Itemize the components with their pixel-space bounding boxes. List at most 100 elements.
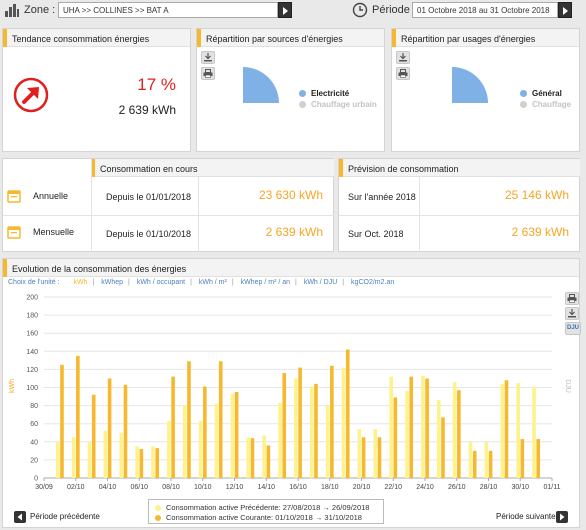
zone-go-button[interactable] — [278, 2, 292, 18]
legend-general[interactable]: Général — [520, 89, 562, 98]
y-tick-label: 0 — [34, 476, 38, 483]
bar-current — [234, 392, 239, 478]
previous-period-arrow-icon[interactable] — [14, 511, 26, 523]
x-tick-label: 26/10 — [448, 484, 466, 491]
bar-previous — [182, 405, 187, 478]
next-period-arrow-icon[interactable] — [556, 511, 568, 523]
row-label-mensuelle: Mensuelle — [33, 227, 75, 237]
unit-kwh-dju[interactable]: kWh / DJU — [304, 279, 337, 286]
y-tick-label: 160 — [26, 331, 38, 338]
unit-prefix: Choix de l'unité : — [8, 279, 60, 286]
legend-chauffage[interactable]: Chauffage — [520, 100, 571, 109]
bar-previous — [198, 420, 203, 478]
value-mensuelle: 2 639 kWh — [265, 225, 323, 239]
bar-current — [361, 437, 366, 478]
legend-previous[interactable]: Consommation active Précédente: 27/08/20… — [155, 503, 369, 512]
bar-current — [457, 390, 461, 478]
zone-input[interactable]: UHA >> COLLINES >> BAT A — [58, 2, 278, 18]
unit-kwhep[interactable]: kWhep — [101, 279, 123, 286]
trend-up-arrow-icon — [13, 77, 49, 113]
bar-current — [409, 376, 414, 478]
bar-current — [425, 378, 429, 478]
bar-previous — [484, 441, 489, 478]
bar-previous — [325, 405, 330, 478]
y-tick-label: 140 — [26, 349, 38, 356]
bar-current — [488, 450, 493, 478]
download-icon — [204, 53, 212, 62]
bar-current — [314, 383, 318, 478]
bar-previous — [421, 375, 425, 478]
x-tick-label: 12/10 — [226, 484, 244, 491]
usages-download-button[interactable] — [396, 51, 410, 64]
bar-previous — [452, 382, 457, 478]
unit-kwh-m2[interactable]: kWh / m² — [199, 279, 227, 286]
legend-previous-label: Consommation active Précédente: 27/08/20… — [166, 503, 370, 512]
bar-current — [520, 439, 525, 478]
legend-label: Chauffage urbain — [311, 100, 377, 109]
bar-current — [123, 384, 128, 478]
chart-bars — [55, 349, 541, 478]
legend-current[interactable]: Consommation active Courante: 01/10/2018… — [155, 513, 362, 522]
sources-pie-chart — [243, 67, 279, 103]
bar-previous — [468, 441, 473, 478]
bar-current — [472, 450, 477, 478]
usages-pie-chart — [452, 67, 488, 103]
bar-current — [155, 448, 160, 478]
unit-kwhep-m2-an[interactable]: kWhep / m² / an — [241, 279, 290, 286]
trend-value: 2 639 kWh — [118, 103, 176, 117]
calendar-icon — [7, 226, 21, 239]
bar-previous — [119, 432, 124, 478]
legend-chauffage-urbain[interactable]: Chauffage urbain — [299, 100, 377, 109]
bar-current — [139, 449, 144, 478]
x-tick-label: 10/10 — [194, 484, 212, 491]
bar-previous — [167, 420, 171, 478]
bar-current — [266, 445, 271, 478]
period-go-button[interactable] — [558, 2, 572, 18]
usages-panel: Répartition par usages d'énergies Généra… — [391, 28, 580, 152]
chart-legend: Consommation active Précédente: 27/08/20… — [148, 499, 384, 524]
bar-previous — [214, 403, 219, 478]
download-icon — [399, 53, 407, 62]
x-tick-label: 30/10 — [511, 484, 529, 491]
bar-current — [393, 397, 398, 478]
y-tick-label: 40 — [30, 439, 38, 446]
previous-period-button[interactable]: Période précédente — [30, 512, 100, 521]
x-tick-label: 24/10 — [416, 484, 434, 491]
bar-current — [187, 361, 191, 478]
unit-kwh-occupant[interactable]: kWh / occupant — [137, 279, 185, 286]
current-title: Consommation en cours — [91, 159, 334, 177]
bar-previous — [278, 402, 282, 478]
y-tick-label: 100 — [26, 385, 38, 392]
x-tick-label: 01/11 — [544, 484, 561, 491]
x-tick-label: 06/10 — [130, 484, 148, 491]
x-tick-label: 30/09 — [35, 484, 53, 491]
print-icon — [398, 69, 408, 78]
sources-download-button[interactable] — [201, 51, 215, 64]
bar-previous — [532, 386, 536, 478]
current-consumption-table: Consommation en cours Annuelle Depuis le… — [2, 158, 334, 252]
usages-print-button[interactable] — [396, 67, 410, 80]
bar-previous — [389, 376, 393, 478]
period-input[interactable]: 01 Octobre 2018 au 31 Octobre 2018 — [412, 2, 558, 18]
unit-selector: Choix de l'unité : kWh | kWhep | kWh / occ… — [8, 279, 395, 286]
print-icon — [203, 69, 213, 78]
x-tick-label: 28/10 — [480, 484, 498, 491]
next-period-button[interactable]: Période suivante — [496, 512, 556, 521]
x-tick-label: 04/10 — [99, 484, 117, 491]
bar-previous — [516, 382, 520, 478]
bar-current — [298, 367, 302, 478]
legend-electricite[interactable]: Electricité — [299, 89, 349, 98]
since-mensuelle: Depuis le 01/10/2018 — [106, 229, 192, 239]
legend-dot-icon — [520, 90, 527, 97]
y-tick-label: 120 — [26, 367, 38, 374]
bar-previous — [309, 386, 314, 478]
sources-print-button[interactable] — [201, 67, 215, 80]
bar-current — [345, 349, 350, 478]
unit-kgco2[interactable]: kgCO2/m2.an — [351, 279, 394, 286]
unit-kwh[interactable]: kWh — [73, 279, 87, 286]
bar-current — [536, 439, 541, 478]
chart-y-ticks: 0 20 40 60 80 100 120 140 160 180 200 — [26, 295, 38, 483]
bar-current — [91, 394, 96, 478]
bar-previous — [135, 446, 139, 478]
calendar-icon — [7, 190, 21, 203]
